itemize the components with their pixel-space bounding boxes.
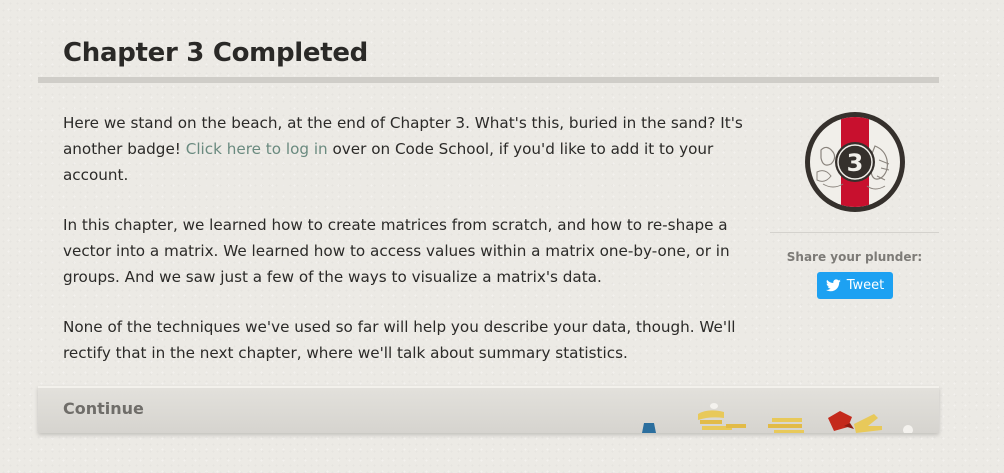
title-divider [38,77,939,83]
paragraph-badge: Here we stand on the beach, at the end o… [63,110,753,188]
continue-bar[interactable]: Continue [38,386,939,433]
twitter-bird-icon [825,279,841,292]
treasure-decoration-icon [642,403,913,433]
tweet-button[interactable]: Tweet [817,272,893,299]
chapter-summary: Here we stand on the beach, at the end o… [63,110,753,390]
page-title: Chapter 3 Completed [63,38,368,68]
sidebar-divider [770,232,939,233]
sidebar: 3 Share your plunder: Tweet [770,110,939,299]
chapter-badge-icon: 3 [804,112,905,212]
paragraph-next: None of the techniques we've used so far… [63,318,736,362]
login-link[interactable]: Click here to log in [186,140,328,158]
tweet-label: Tweet [846,278,885,293]
share-label: Share your plunder: [786,250,923,264]
badge-number: 3 [846,149,863,177]
paragraph-summary: In this chapter, we learned how to creat… [63,216,730,286]
